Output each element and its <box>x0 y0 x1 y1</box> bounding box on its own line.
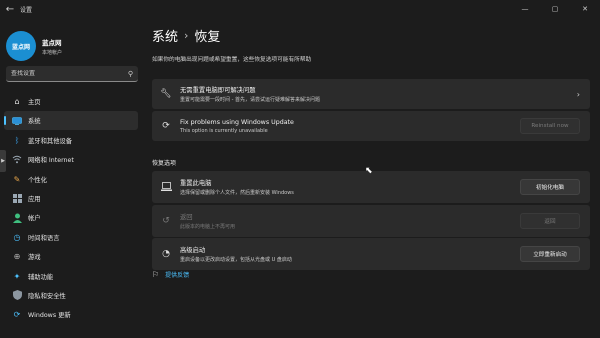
profile[interactable]: 蓝点网 蓝点网 本地帐户 <box>6 31 62 61</box>
clock-globe-icon: ◷ <box>13 232 21 242</box>
wrench-icon: 🔧︎ <box>160 89 172 99</box>
sidebar-item-label: 游戏 <box>28 254 41 262</box>
main-content: 系统 › 恢复 如果你的电脑出现问题或希望重置，这些恢复选项可能有所帮助 🔧︎ … <box>152 18 592 279</box>
card-title: 无需重置电脑即可解决问题 <box>180 87 256 94</box>
card-text: 返回 此版本的电脑上不再可用 <box>180 212 520 230</box>
page-title: 恢复 <box>194 30 221 45</box>
advanced-startup-card: ◔ 高级启动 重启设备以更改启动设置，包括从光盘或 U 盘启动 立即重新启动 <box>152 238 590 270</box>
profile-text: 蓝点网 本地帐户 <box>42 37 62 56</box>
sidebar-nav: ⌂ 主页 系统 ᛒ 蓝牙和其他设备 网络和 Internet ✎ 个性化 应用 … <box>4 92 138 325</box>
account-icon <box>12 213 22 223</box>
sidebar-item-label: 系统 <box>28 118 41 126</box>
apps-icon <box>12 193 22 203</box>
card-title: Fix problems using Windows Update <box>180 118 294 126</box>
sidebar-item-label: 时间和语言 <box>28 234 60 242</box>
sidebar-item-label: 隐私和安全性 <box>28 292 66 300</box>
history-icon: ↺ <box>162 216 170 226</box>
chevron-right-icon: › <box>576 89 580 99</box>
card-text: 高级启动 重启设备以更改启动设置，包括从光盘或 U 盘启动 <box>180 245 520 263</box>
advanced-startup-icon: ◔ <box>162 249 170 259</box>
breadcrumb-parent[interactable]: 系统 <box>152 26 178 45</box>
window-controls: — ▢ ✕ <box>510 0 600 18</box>
update-icon: ⟳ <box>13 310 21 320</box>
gamepad-icon: ⊕ <box>13 252 21 262</box>
sidebar-toggle-handle[interactable]: ▶ <box>0 150 6 172</box>
reinstall-now-button[interactable]: Reinstall now <box>520 118 580 134</box>
app-title: 设置 <box>20 6 33 14</box>
shield-icon <box>12 290 22 301</box>
sidebar-item-label: 蓝牙和其他设备 <box>28 137 73 145</box>
sidebar: 蓝点网 蓝点网 本地帐户 ⚲ ⌂ 主页 系统 ᛒ 蓝牙和其他设备 网络和 I <box>0 18 142 338</box>
sidebar-item-label: 网络和 Internet <box>28 157 74 165</box>
windows-update-repair-card: ⟳ Fix problems using Windows Update This… <box>152 111 590 141</box>
profile-name: 蓝点网 <box>42 38 62 47</box>
minimize-button[interactable]: — <box>510 0 540 18</box>
page-description: 如果你的电脑出现问题或希望重置，这些恢复选项可能有所帮助 <box>152 57 312 63</box>
section-title: 恢复选项 <box>152 160 177 167</box>
home-icon: ⌂ <box>14 97 20 106</box>
card-subtitle: 选择保留或删除个人文件，然后重新安装 Windows <box>180 190 294 196</box>
search-icon[interactable]: ⚲ <box>128 70 133 78</box>
reset-pc-button[interactable]: 初始化电脑 <box>520 179 580 195</box>
breadcrumb: 系统 › 恢复 <box>152 26 592 45</box>
back-arrow-icon[interactable]: ← <box>0 0 20 18</box>
card-title: 重置此电脑 <box>180 180 212 187</box>
avatar: 蓝点网 <box>6 31 36 61</box>
title-bar: ← 设置 — ▢ ✕ <box>0 0 600 18</box>
troubleshoot-card[interactable]: 🔧︎ 无需重置电脑即可解决问题 重置可能需要一段时间 - 首先，请尝试运行疑难解… <box>152 79 590 109</box>
account-type: 本地帐户 <box>42 49 63 56</box>
sidebar-item-home[interactable]: ⌂ 主页 <box>4 92 138 111</box>
card-title: 高级启动 <box>180 247 206 254</box>
feedback-label: 提供反馈 <box>165 272 190 279</box>
wifi-icon <box>12 155 22 165</box>
sidebar-item-privacy[interactable]: 隐私和安全性 <box>4 286 138 305</box>
sidebar-item-label: 个性化 <box>28 176 47 184</box>
accessibility-icon: ✦ <box>13 271 21 281</box>
restart-now-button[interactable]: 立即重新启动 <box>520 246 580 262</box>
sidebar-item-label: 应用 <box>28 195 41 203</box>
card-subtitle: This option is currently unavailable <box>180 127 268 134</box>
card-subtitle: 重置可能需要一段时间 - 首先，请尝试运行疑难解答来解决问题 <box>180 97 320 103</box>
go-back-card: ↺ 返回 此版本的电脑上不再可用 返回 <box>152 205 590 237</box>
sidebar-item-time-language[interactable]: ◷ 时间和语言 <box>4 228 138 247</box>
card-title: 返回 <box>180 214 193 221</box>
card-text: 无需重置电脑即可解决问题 重置可能需要一段时间 - 首先，请尝试运行疑难解答来解… <box>180 85 577 103</box>
sidebar-item-personalization[interactable]: ✎ 个性化 <box>4 170 138 189</box>
search-input[interactable] <box>11 70 128 77</box>
card-subtitle: 重启设备以更改启动设置，包括从光盘或 U 盘启动 <box>180 257 292 263</box>
sidebar-item-label: 帐户 <box>28 215 41 223</box>
system-icon <box>12 116 22 126</box>
sidebar-item-label: 辅助功能 <box>28 273 54 281</box>
feedback-icon: ⚐ <box>152 270 160 279</box>
brush-icon: ✎ <box>13 174 21 184</box>
search-box[interactable]: ⚲ <box>6 66 138 82</box>
sidebar-item-label: Windows 更新 <box>28 312 71 320</box>
feedback-link[interactable]: ⚐ 提供反馈 <box>152 270 189 279</box>
sidebar-item-accounts[interactable]: 帐户 <box>4 208 138 227</box>
sidebar-item-gaming[interactable]: ⊕ 游戏 <box>4 247 138 266</box>
card-text: 重置此电脑 选择保留或删除个人文件，然后重新安装 Windows <box>180 178 520 196</box>
sidebar-item-apps[interactable]: 应用 <box>4 189 138 208</box>
sidebar-item-system[interactable]: 系统 <box>4 111 138 131</box>
refresh-icon: ⟳ <box>162 121 170 131</box>
card-subtitle: 此版本的电脑上不再可用 <box>180 224 236 230</box>
mouse-cursor-icon: ⬉ <box>365 166 373 176</box>
maximize-button[interactable]: ▢ <box>540 0 570 18</box>
reset-pc-icon <box>160 181 172 193</box>
bluetooth-icon: ᛒ <box>14 135 20 145</box>
sidebar-item-windows-update[interactable]: ⟳ Windows 更新 <box>4 305 138 324</box>
close-button[interactable]: ✕ <box>570 0 600 18</box>
sidebar-item-label: 主页 <box>28 99 41 106</box>
go-back-button[interactable]: 返回 <box>520 213 580 229</box>
sidebar-item-bluetooth[interactable]: ᛒ 蓝牙和其他设备 <box>4 131 138 150</box>
breadcrumb-separator: › <box>184 29 189 42</box>
sidebar-item-accessibility[interactable]: ✦ 辅助功能 <box>4 267 138 286</box>
card-text: Fix problems using Windows Update This o… <box>180 119 520 134</box>
sidebar-item-network[interactable]: 网络和 Internet <box>4 150 138 169</box>
